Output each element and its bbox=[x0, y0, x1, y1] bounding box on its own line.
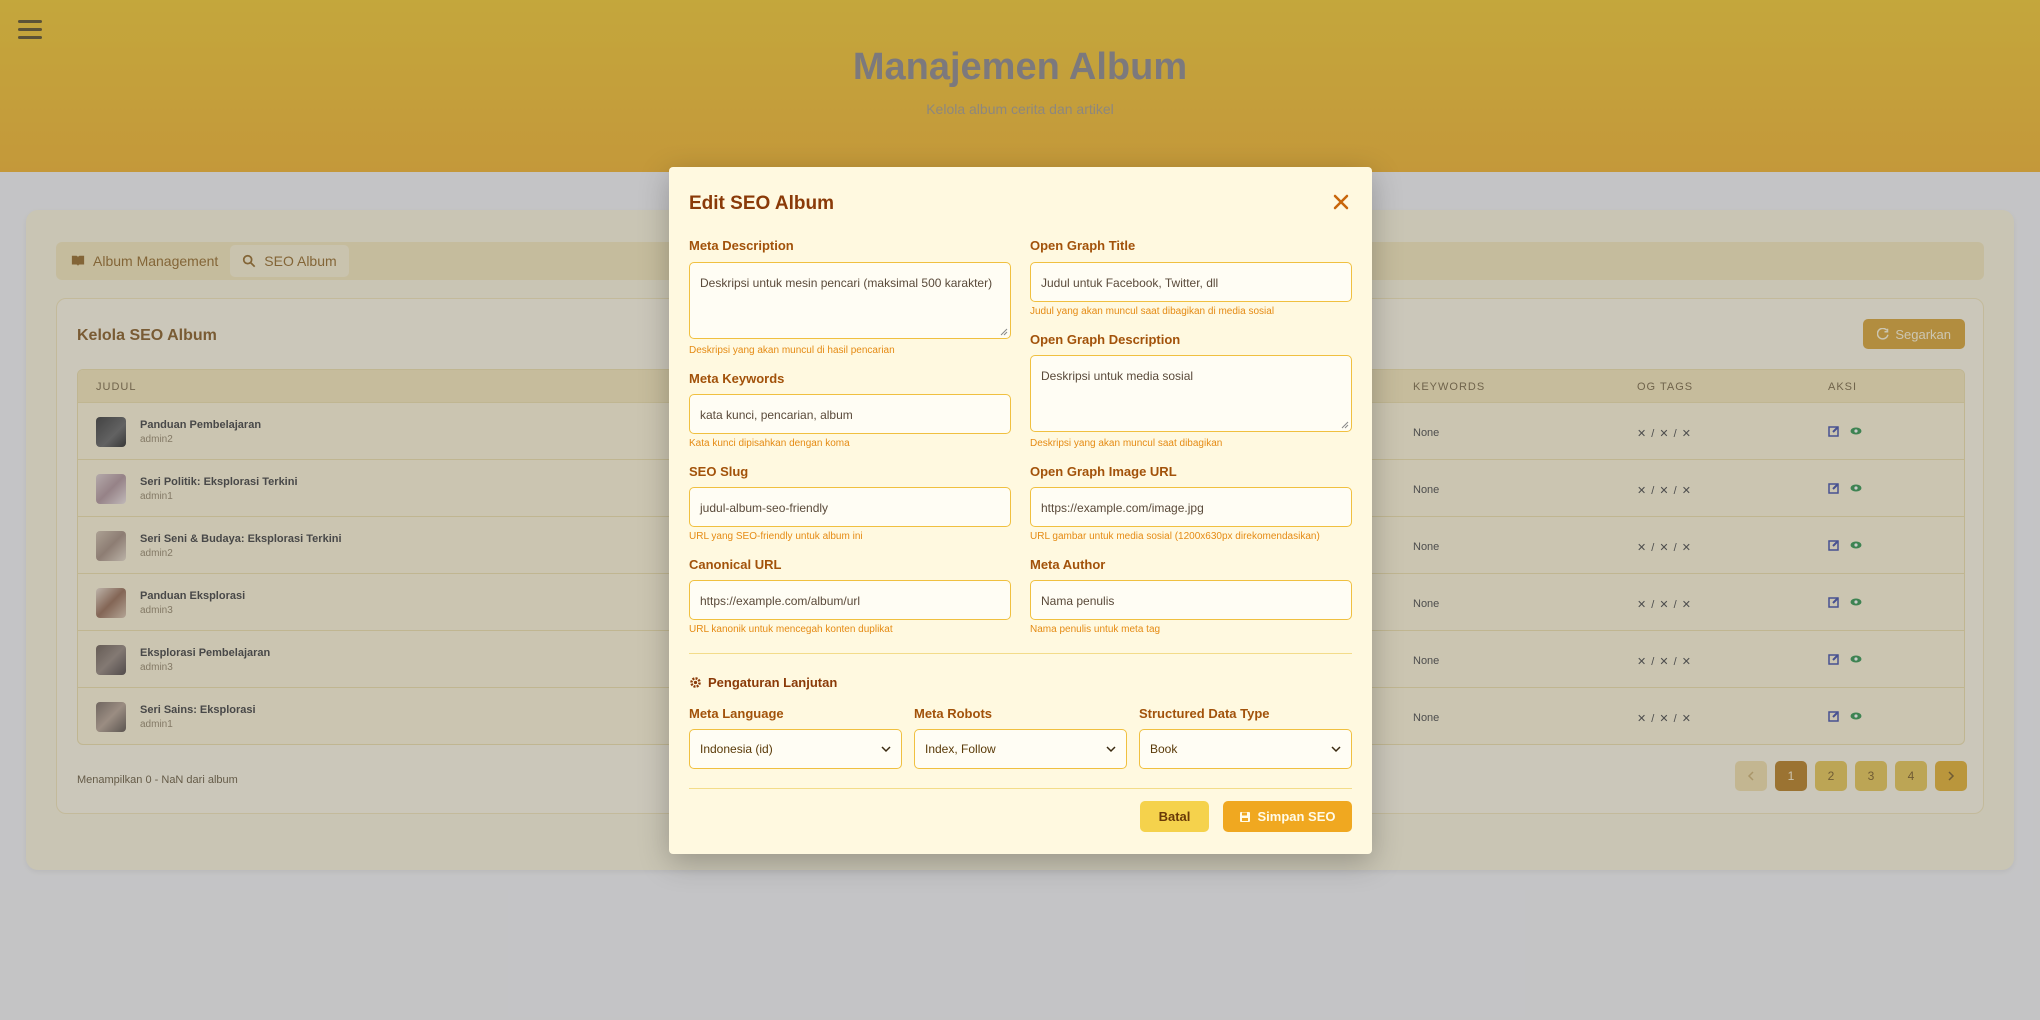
modal-title: Edit SEO Album bbox=[689, 193, 834, 214]
canonical-url-input[interactable]: https://example.com/album/url bbox=[689, 580, 1011, 620]
footer-divider bbox=[689, 788, 1352, 789]
og-description-field[interactable]: Deskripsi untuk media sosial bbox=[1030, 355, 1352, 432]
resize-handle-icon[interactable] bbox=[1000, 328, 1008, 336]
og-title-label: Open Graph Title bbox=[1030, 238, 1136, 253]
meta-author-label: Meta Author bbox=[1030, 557, 1106, 572]
save-seo-button[interactable]: Simpan SEO bbox=[1223, 801, 1352, 832]
chevron-down-icon bbox=[881, 746, 891, 753]
og-image-label: Open Graph Image URL bbox=[1030, 464, 1177, 479]
meta-keywords-input[interactable]: kata kunci, pencarian, album bbox=[689, 394, 1011, 434]
meta-description-placeholder: Deskripsi untuk mesin pencari (maksimal … bbox=[700, 276, 993, 290]
seo-slug-label: SEO Slug bbox=[689, 464, 749, 479]
meta-description-field[interactable]: Deskripsi untuk mesin pencari (maksimal … bbox=[689, 262, 1011, 339]
edit-seo-modal: Edit SEO Album Meta Description Deskrips… bbox=[669, 167, 1372, 854]
og-title-hint: Judul yang akan muncul saat dibagikan di… bbox=[1030, 306, 1275, 317]
save-seo-label: Simpan SEO bbox=[1257, 809, 1336, 824]
chevron-down-icon bbox=[1106, 746, 1116, 753]
og-description-hint: Deskripsi yang akan muncul saat dibagika… bbox=[1030, 438, 1223, 449]
seo-slug-input[interactable]: judul-album-seo-friendly bbox=[689, 487, 1011, 527]
structured-data-value: Book bbox=[1150, 742, 1178, 756]
og-description-label: Open Graph Description bbox=[1030, 332, 1181, 347]
meta-description-hint: Deskripsi yang akan muncul di hasil penc… bbox=[689, 345, 895, 356]
og-title-input[interactable]: Judul untuk Facebook, Twitter, dll bbox=[1030, 262, 1352, 302]
meta-language-value: Indonesia (id) bbox=[700, 742, 773, 756]
meta-keywords-label: Meta Keywords bbox=[689, 371, 785, 386]
advanced-settings-label: Pengaturan Lanjutan bbox=[708, 675, 838, 690]
og-description-placeholder: Deskripsi untuk media sosial bbox=[1041, 369, 1194, 383]
close-icon[interactable] bbox=[1332, 193, 1350, 211]
meta-language-select[interactable]: Indonesia (id) bbox=[689, 729, 902, 769]
meta-author-hint: Nama penulis untuk meta tag bbox=[1030, 624, 1161, 635]
meta-author-input[interactable]: Nama penulis bbox=[1030, 580, 1352, 620]
canonical-url-label: Canonical URL bbox=[689, 557, 782, 572]
structured-data-label: Structured Data Type bbox=[1139, 706, 1270, 721]
chevron-down-icon bbox=[1331, 746, 1341, 753]
og-image-input[interactable]: https://example.com/image.jpg bbox=[1030, 487, 1352, 527]
structured-data-select[interactable]: Book bbox=[1139, 729, 1352, 769]
resize-handle-icon[interactable] bbox=[1341, 421, 1349, 429]
seo-slug-hint: URL yang SEO-friendly untuk album ini bbox=[689, 531, 863, 542]
section-divider bbox=[689, 653, 1352, 654]
meta-robots-select[interactable]: Index, Follow bbox=[914, 729, 1127, 769]
canonical-url-hint: URL kanonik untuk mencegah konten duplik… bbox=[689, 624, 893, 635]
cancel-button[interactable]: Batal bbox=[1140, 801, 1209, 832]
og-image-hint: URL gambar untuk media sosial (1200x630p… bbox=[1030, 531, 1320, 542]
meta-description-label: Meta Description bbox=[689, 238, 794, 253]
save-icon bbox=[1240, 811, 1251, 822]
meta-language-label: Meta Language bbox=[689, 706, 784, 721]
meta-keywords-hint: Kata kunci dipisahkan dengan koma bbox=[689, 438, 850, 449]
advanced-settings-title: Pengaturan Lanjutan bbox=[689, 675, 837, 690]
meta-robots-value: Index, Follow bbox=[925, 742, 996, 756]
gear-icon bbox=[690, 677, 701, 688]
meta-robots-label: Meta Robots bbox=[914, 706, 992, 721]
